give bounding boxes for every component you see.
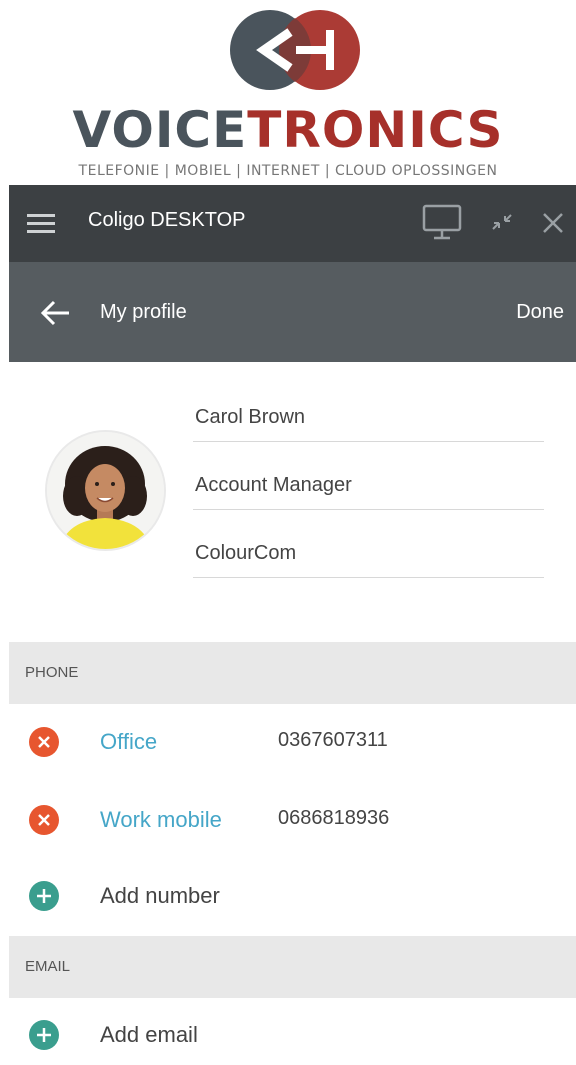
phone-label-office[interactable]: Office [100,729,157,755]
add-email-button[interactable]: Add email [100,1022,198,1048]
brand-tagline: TELEFONIE | MOBIEL | INTERNET | CLOUD OP… [78,163,498,179]
profile-header: My profile Done [9,262,576,362]
add-email-icon[interactable] [29,1020,59,1050]
phone-row-office: Office 0367607311 [9,712,576,772]
remove-office-icon[interactable] [29,727,59,757]
app-titlebar: Coligo DESKTOP [9,185,576,262]
done-button[interactable]: Done [516,301,564,324]
avatar-photo-icon [47,432,164,549]
phone-value-office[interactable]: 0367607311 [278,729,388,752]
brand-wordmark: VOICETRONICS [0,100,576,160]
app-title: Coligo DESKTOP [88,209,246,231]
back-arrow-icon[interactable] [39,299,71,327]
email-section-header: EMAIL [9,936,576,998]
phone-section-header: PHONE [9,642,576,704]
phone-value-work-mobile[interactable]: 0686818936 [278,807,389,830]
phone-row-work-mobile: Work mobile 0686818936 [9,790,576,850]
close-icon[interactable] [540,210,566,236]
monitor-icon[interactable] [421,203,463,241]
collapse-icon[interactable] [489,209,515,235]
voicetronics-logo-icon [230,10,360,90]
remove-work-mobile-icon[interactable] [29,805,59,835]
company-field[interactable]: ColourCom [193,532,544,578]
page-title: My profile [100,301,187,323]
add-email-row[interactable]: Add email [9,1005,576,1065]
menu-icon[interactable] [27,214,55,234]
name-field[interactable]: Carol Brown [193,396,544,442]
job-title-field[interactable]: Account Manager [193,464,544,510]
brand-logo-area: VOICETRONICS TELEFONIE | MOBIEL | INTERN… [0,0,576,185]
add-number-button[interactable]: Add number [100,883,220,909]
avatar[interactable] [47,432,164,549]
brand-name-part2: TRONICS [247,101,504,159]
add-number-row[interactable]: Add number [9,866,576,926]
add-number-icon[interactable] [29,881,59,911]
brand-name-part1: VOICE [72,101,248,159]
phone-label-work-mobile[interactable]: Work mobile [100,807,222,833]
